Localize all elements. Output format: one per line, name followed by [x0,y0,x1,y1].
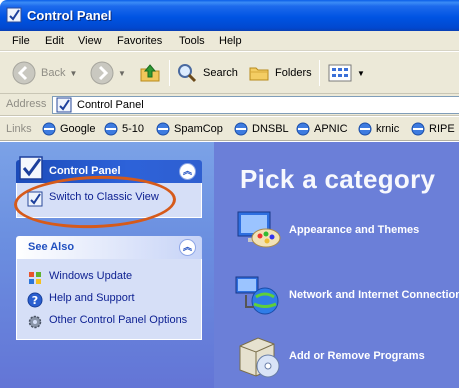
control-panel-icon [6,7,22,23]
link-5-10[interactable]: 5-10 [103,121,144,137]
svg-text:?: ? [32,294,38,307]
help-icon: ? [27,292,43,308]
folders-label: Folders [275,67,312,79]
link-ripe[interactable]: RIPE [410,121,455,137]
appearance-themes-label: Appearance and Themes [289,224,420,236]
see-also-header[interactable]: See Also ︽ [16,236,202,259]
search-label: Search [203,67,238,79]
ie-page-icon [42,122,56,136]
help-and-support-link[interactable]: ? Help and Support [17,289,201,311]
views-button[interactable]: ▼ [327,58,365,88]
ie-page-icon [234,122,248,136]
gear-icon [28,315,42,329]
link-google[interactable]: Google [41,121,95,137]
menu-tools[interactable]: Tools [179,35,205,47]
network-internet-label: Network and Internet Connections [289,289,459,301]
address-value: Control Panel [77,99,144,111]
see-also-title: See Also [28,241,75,253]
control-panel-icon [56,97,72,113]
control-panel-title: Control Panel [49,165,121,177]
control-panel-header[interactable]: Control Panel ︽ [16,156,202,183]
ie-page-icon [296,122,310,136]
link-krnic[interactable]: krnic [357,121,399,137]
ie-page-icon [104,122,118,136]
link-label: krnic [376,123,400,135]
link-apnic[interactable]: APNIC [295,121,348,137]
category-network[interactable]: Network and Internet Connections [234,271,459,319]
see-also-list: Windows Update ? Help and Support Other … [16,259,202,340]
link-spamcop[interactable]: SpamCop [155,121,223,137]
forward-dropdown-icon[interactable]: ▼ [118,69,126,78]
up-folder-button[interactable] [138,58,162,88]
views-icon [328,64,352,82]
ie-page-icon [411,122,425,136]
search-button[interactable]: Search [176,58,238,88]
link-label: 5-10 [122,123,145,135]
ie-page-icon [156,122,170,136]
title-bar[interactable]: Control Panel [0,0,459,31]
control-panel-icon [19,156,43,180]
link-label: RIPE [429,123,455,135]
appearance-themes-icon [237,211,281,248]
window-title: Control Panel [27,8,112,23]
address-bar: Address Control Panel [0,94,459,116]
menu-edit[interactable]: Edit [45,35,64,47]
see-also-box: See Also ︽ Windows Update ? Help and Sup… [16,236,202,340]
control-panel-box: Control Panel ︽ Switch to Classic View [16,156,202,218]
link-dnsbl[interactable]: DNSBL [233,121,289,137]
menu-favorites[interactable]: Favorites [117,35,162,47]
category-add-remove-programs[interactable]: Add or Remove Programs [234,332,425,380]
ie-page-icon [358,122,372,136]
link-label: SpamCop [174,123,223,135]
toolbar: Back ▼ ▼ Search Folders ▼ [0,51,459,94]
switch-classic-view-label: Switch to Classic View [49,191,159,203]
menu-view[interactable]: View [78,35,102,47]
collapse-chevron-icon[interactable]: ︽ [179,163,196,180]
menu-file[interactable]: File [12,35,30,47]
windows-update-label: Windows Update [49,270,133,282]
help-and-support-label: Help and Support [49,292,135,304]
links-bar: Links Google 5-10 SpamCop DNSBL APNIC kr… [0,117,459,141]
back-arrow-icon [12,61,36,85]
forward-arrow-icon [90,61,114,85]
folders-icon [249,67,269,81]
link-label: DNSBL [252,123,289,135]
other-options-label: Other Control Panel Options [49,314,188,326]
back-label: Back [41,67,66,79]
link-label: APNIC [314,123,348,135]
collapse-chevron-icon[interactable]: ︽ [179,239,196,256]
link-label: Google [60,123,96,135]
switch-classic-view-link[interactable]: Switch to Classic View [17,188,201,210]
search-icon [178,64,197,83]
links-label: Links [6,123,32,135]
add-remove-programs-label: Add or Remove Programs [289,350,425,362]
address-label: Address [6,98,47,110]
forward-button[interactable]: ▼ [90,58,126,88]
content-area: Control Panel ︽ Switch to Classic View S… [0,142,459,388]
back-button[interactable]: Back ▼ [12,58,77,88]
views-dropdown-icon[interactable]: ▼ [357,69,365,78]
back-dropdown-icon[interactable]: ▼ [69,69,77,78]
page-title: Pick a category [240,164,436,194]
add-remove-programs-icon [239,337,280,378]
switch-view-icon [27,191,43,207]
network-internet-icon [235,276,279,315]
windows-update-icon [29,272,41,284]
menu-help[interactable]: Help [219,35,242,47]
address-field[interactable]: Control Panel [52,96,459,114]
folders-button[interactable]: Folders [248,58,312,88]
other-options-link[interactable]: Other Control Panel Options [17,311,201,333]
control-panel-tasks: Switch to Classic View [16,183,202,218]
up-folder-icon [140,64,160,82]
category-appearance[interactable]: Appearance and Themes [234,206,419,254]
windows-update-link[interactable]: Windows Update [17,267,201,289]
menu-bar: File Edit View Favorites Tools Help [0,31,459,51]
